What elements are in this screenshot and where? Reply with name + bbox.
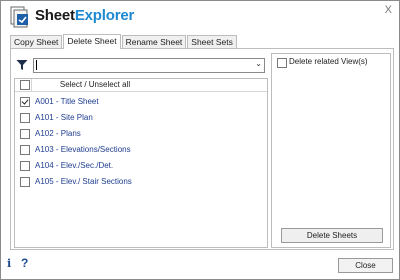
list-item[interactable]: A104 - Elev./Sec./Det. — [15, 159, 265, 173]
help-icon[interactable]: ? — [21, 256, 28, 270]
list-item-label: A101 - Site Plan — [35, 113, 93, 122]
delete-related-views-label[interactable]: Delete related View(s) — [289, 56, 368, 68]
app-title-part1: Sheet — [35, 7, 75, 24]
list-item[interactable]: A102 - Plans — [15, 127, 265, 141]
tab-copy-sheet[interactable]: Copy Sheet — [10, 35, 63, 49]
list-item-checkbox[interactable] — [20, 129, 30, 139]
app-logo-icon — [10, 6, 28, 28]
list-header: Select / Unselect all — [15, 79, 267, 92]
close-button[interactable]: Close — [338, 258, 393, 273]
tab-bar: Copy Sheet Delete Sheet Rename Sheet She… — [10, 34, 238, 49]
list-item-checkbox[interactable] — [20, 145, 30, 155]
list-item[interactable]: A101 - Site Plan — [15, 111, 265, 125]
list-item[interactable]: A103 - Elevations/Sections — [15, 143, 265, 157]
sheet-list-panel: ⌄ Select / Unselect all A001 - Title She… — [14, 53, 268, 248]
title-bar: SheetExplorer X — [1, 1, 399, 33]
list-item-label: A102 - Plans — [35, 129, 81, 138]
list-item-label: A103 - Elevations/Sections — [35, 145, 131, 154]
select-all-label[interactable]: Select / Unselect all — [15, 79, 175, 91]
options-panel: Delete related View(s) Delete Sheets — [271, 53, 391, 248]
list-item-label: A104 - Elev./Sec./Det. — [35, 161, 114, 170]
chevron-down-icon[interactable]: ⌄ — [255, 59, 262, 68]
filter-combobox[interactable]: ⌄ — [33, 58, 265, 73]
sheet-list: Select / Unselect all A001 - Title Sheet… — [14, 78, 268, 248]
list-item-checkbox[interactable] — [20, 97, 30, 107]
delete-sheet-panel: ⌄ Select / Unselect all A001 - Title She… — [10, 48, 394, 250]
list-item-checkbox[interactable] — [20, 113, 30, 123]
filter-icon — [16, 60, 28, 70]
tab-rename-sheet[interactable]: Rename Sheet — [121, 35, 187, 49]
tab-delete-sheet[interactable]: Delete Sheet — [63, 34, 121, 49]
list-item-label: A105 - Elev./ Stair Sections — [35, 177, 132, 186]
delete-sheets-button[interactable]: Delete Sheets — [281, 228, 383, 243]
list-item-checkbox[interactable] — [20, 161, 30, 171]
app-title-part2: Explorer — [74, 7, 135, 24]
info-icon[interactable]: i — [7, 257, 11, 270]
list-item[interactable]: A001 - Title Sheet — [15, 95, 265, 109]
sheet-explorer-window: SheetExplorer X Copy Sheet Delete Sheet … — [0, 0, 400, 280]
delete-related-views-checkbox[interactable] — [277, 58, 287, 68]
window-close-button[interactable]: X — [385, 4, 392, 16]
tab-sheet-sets[interactable]: Sheet Sets — [187, 35, 237, 49]
text-cursor — [36, 60, 37, 70]
list-item-checkbox[interactable] — [20, 177, 30, 187]
app-title: SheetExplorer — [35, 7, 134, 24]
list-item[interactable]: A105 - Elev./ Stair Sections — [15, 175, 265, 189]
list-item-label: A001 - Title Sheet — [35, 97, 99, 106]
